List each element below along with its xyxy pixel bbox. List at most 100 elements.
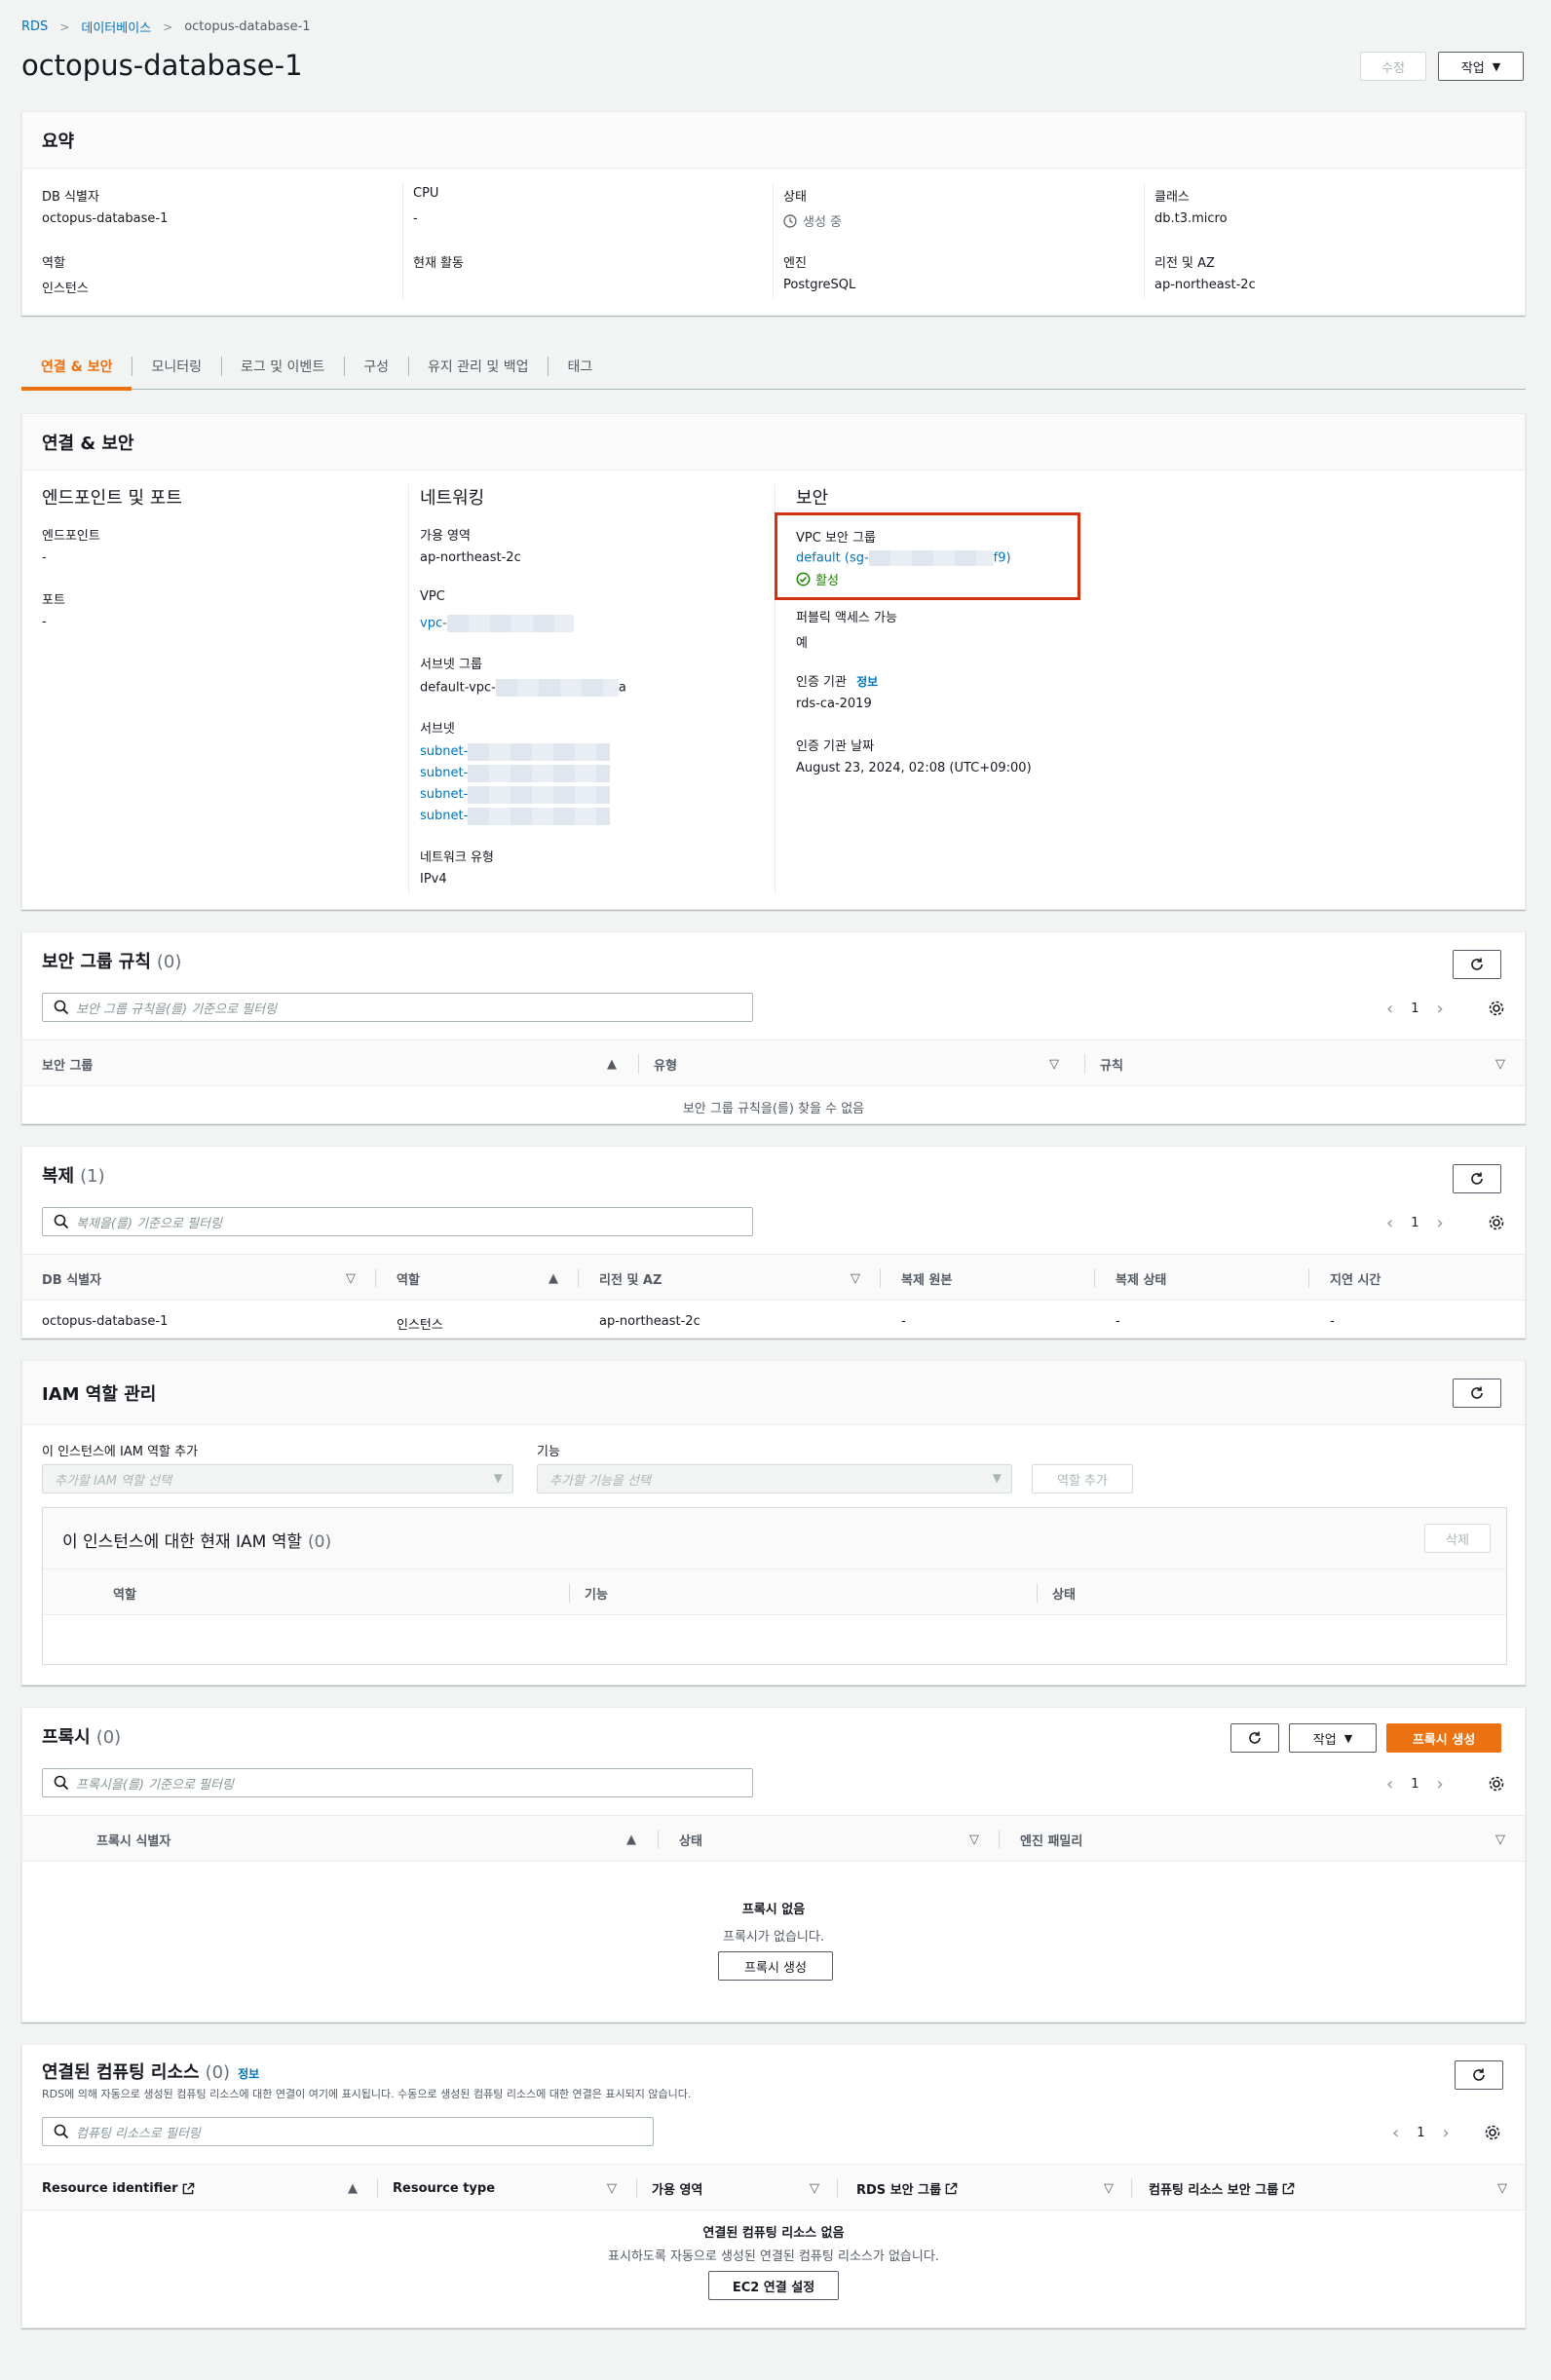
sg-rules-search-input[interactable]: 보안 그룹 규칙을(를) 기준으로 필터링: [42, 993, 753, 1022]
next-page-icon[interactable]: ›: [1442, 2123, 1449, 2143]
prev-page-icon[interactable]: ‹: [1392, 2123, 1399, 2143]
replica-db-link[interactable]: octopus-database-1: [42, 1314, 168, 1329]
page-title: octopus-database-1: [21, 49, 303, 82]
prev-page-icon[interactable]: ‹: [1386, 1213, 1393, 1233]
sort-icon[interactable]: ▽: [1495, 1816, 1505, 1863]
sort-icon[interactable]: ▽: [346, 1255, 356, 1302]
subnet-link[interactable]: subnet-: [420, 787, 468, 802]
db-id-value: octopus-database-1: [42, 211, 169, 226]
col-role[interactable]: 역할: [113, 1569, 136, 1616]
sort-icon[interactable]: ▽: [1049, 1040, 1059, 1087]
sort-icon[interactable]: ▽: [607, 2165, 617, 2211]
page-number[interactable]: 1: [1417, 2126, 1424, 2140]
connectivity-panel: 연결 & 보안 엔드포인트 및 포트 엔드포인트 - 포트 - 네트워킹 가용 …: [21, 413, 1526, 910]
vpc-link[interactable]: vpc-: [420, 617, 447, 631]
col-resource-type[interactable]: Resource type: [393, 2165, 495, 2211]
sort-icon[interactable]: ▽: [810, 2165, 819, 2211]
next-page-icon[interactable]: ›: [1436, 1774, 1443, 1794]
gear-icon[interactable]: [1488, 1775, 1505, 1793]
prev-page-icon[interactable]: ‹: [1386, 1774, 1393, 1794]
sort-icon[interactable]: ▽: [1497, 2165, 1507, 2211]
col-security-group[interactable]: 보안 그룹: [42, 1040, 93, 1087]
col-compute-sg-label: 컴퓨팅 리소스 보안 그룹: [1149, 2182, 1279, 2198]
vpc-sg-suffix[interactable]: f9): [994, 551, 1011, 566]
refresh-button[interactable]: [1453, 1164, 1501, 1193]
sort-icon[interactable]: ▽: [969, 1816, 979, 1863]
tab-connectivity[interactable]: 연결 & 보안: [21, 343, 132, 391]
delete-button[interactable]: 삭제: [1424, 1524, 1491, 1553]
iam-role-select[interactable]: 추가할 IAM 역할 선택 ▼: [42, 1464, 513, 1493]
vpc-sg-value[interactable]: default (sg-f9): [796, 550, 1011, 566]
next-page-icon[interactable]: ›: [1436, 999, 1443, 1019]
col-proxy-id[interactable]: 프록시 식별자: [96, 1816, 170, 1863]
col-resource-id[interactable]: Resource identifier: [42, 2165, 195, 2211]
tab-tags[interactable]: 태그: [548, 343, 612, 390]
sort-icon[interactable]: ▽: [1495, 1040, 1505, 1087]
redacted-block: [468, 807, 611, 825]
sort-icon[interactable]: ▽: [851, 1255, 860, 1302]
proxies-search-input[interactable]: 프록시을(를) 기준으로 필터링: [42, 1768, 753, 1797]
tab-monitoring[interactable]: 모니터링: [132, 343, 221, 390]
sort-asc-icon[interactable]: ▲: [348, 2165, 358, 2211]
empty-create-proxy-button[interactable]: 프록시 생성: [718, 1951, 833, 1981]
col-engine-family[interactable]: 엔진 패밀리: [1020, 1816, 1082, 1863]
col-feature[interactable]: 기능: [585, 1569, 608, 1616]
tab-maintenance[interactable]: 유지 관리 및 백업: [407, 343, 549, 390]
add-role-button[interactable]: 역할 추가: [1032, 1464, 1133, 1493]
breadcrumb-rds[interactable]: RDS: [21, 19, 48, 34]
refresh-button[interactable]: [1453, 1379, 1501, 1408]
col-replication-status[interactable]: 복제 상태: [1116, 1255, 1166, 1302]
compute-count: (0): [205, 2062, 231, 2083]
ec2-connect-button[interactable]: EC2 연결 설정: [708, 2271, 839, 2300]
col-role[interactable]: 역할: [397, 1255, 420, 1302]
breadcrumb-databases[interactable]: 데이터베이스: [81, 18, 151, 36]
page-number[interactable]: 1: [1411, 1001, 1419, 1016]
col-rds-sg[interactable]: RDS 보안 그룹: [856, 2165, 958, 2211]
gear-icon[interactable]: [1488, 1214, 1505, 1231]
vpc-sg-prefix[interactable]: default (sg-: [796, 551, 869, 566]
col-compute-sg[interactable]: 컴퓨팅 리소스 보안 그룹: [1149, 2165, 1295, 2211]
sort-asc-icon[interactable]: ▲: [607, 1040, 617, 1087]
col-status[interactable]: 상태: [1052, 1569, 1076, 1616]
edit-button[interactable]: 수정: [1360, 52, 1426, 81]
create-proxy-button[interactable]: 프록시 생성: [1386, 1723, 1501, 1753]
gear-icon[interactable]: [1488, 1000, 1505, 1017]
subnet-link[interactable]: subnet-: [420, 744, 468, 759]
subnet-link[interactable]: subnet-: [420, 766, 468, 780]
actions-button[interactable]: 작업 ▼: [1438, 52, 1524, 81]
proxy-actions-button[interactable]: 작업 ▼: [1289, 1723, 1377, 1753]
current-roles-title-text: 이 인스턴스에 대한 현재 IAM 역할: [62, 1532, 303, 1552]
ca-info-link[interactable]: 정보: [856, 675, 878, 689]
compute-info-link[interactable]: 정보: [238, 2067, 259, 2081]
endpoint-section-title: 엔드포인트 및 포트: [42, 488, 182, 509]
tab-configuration[interactable]: 구성: [344, 343, 408, 390]
sort-icon[interactable]: ▽: [1104, 2165, 1114, 2211]
vpc-value[interactable]: vpc-: [420, 615, 574, 632]
col-rule[interactable]: 규칙: [1100, 1040, 1123, 1087]
gear-icon[interactable]: [1484, 2124, 1501, 2141]
sort-asc-icon[interactable]: ▲: [626, 1816, 636, 1863]
page-number[interactable]: 1: [1411, 1216, 1419, 1230]
col-db-id[interactable]: DB 식별자: [42, 1255, 101, 1302]
external-link-icon: [945, 2182, 958, 2194]
feature-select[interactable]: 추가할 기능을 선택 ▼: [537, 1464, 1012, 1493]
compute-search-input[interactable]: 컴퓨팅 리소스로 필터링: [42, 2117, 654, 2146]
engine-label: 엔진: [783, 256, 807, 271]
sort-asc-icon[interactable]: ▲: [549, 1255, 558, 1302]
prev-page-icon[interactable]: ‹: [1386, 999, 1393, 1019]
page-number[interactable]: 1: [1411, 1777, 1419, 1792]
col-source[interactable]: 복제 원본: [901, 1255, 952, 1302]
refresh-button[interactable]: [1453, 950, 1501, 979]
col-region-az[interactable]: 리전 및 AZ: [599, 1255, 662, 1302]
col-type[interactable]: 유형: [654, 1040, 677, 1087]
col-lag[interactable]: 지연 시간: [1330, 1255, 1381, 1302]
col-az[interactable]: 가용 영역: [652, 2165, 702, 2211]
class-label: 클래스: [1154, 190, 1190, 205]
col-proxy-status[interactable]: 상태: [679, 1816, 702, 1863]
refresh-button[interactable]: [1455, 2060, 1503, 2090]
next-page-icon[interactable]: ›: [1436, 1213, 1443, 1233]
tab-logs-events[interactable]: 로그 및 이벤트: [221, 343, 344, 390]
replication-search-input[interactable]: 복제을(를) 기준으로 필터링: [42, 1207, 753, 1236]
subnet-link[interactable]: subnet-: [420, 809, 468, 823]
refresh-button[interactable]: [1230, 1723, 1279, 1753]
